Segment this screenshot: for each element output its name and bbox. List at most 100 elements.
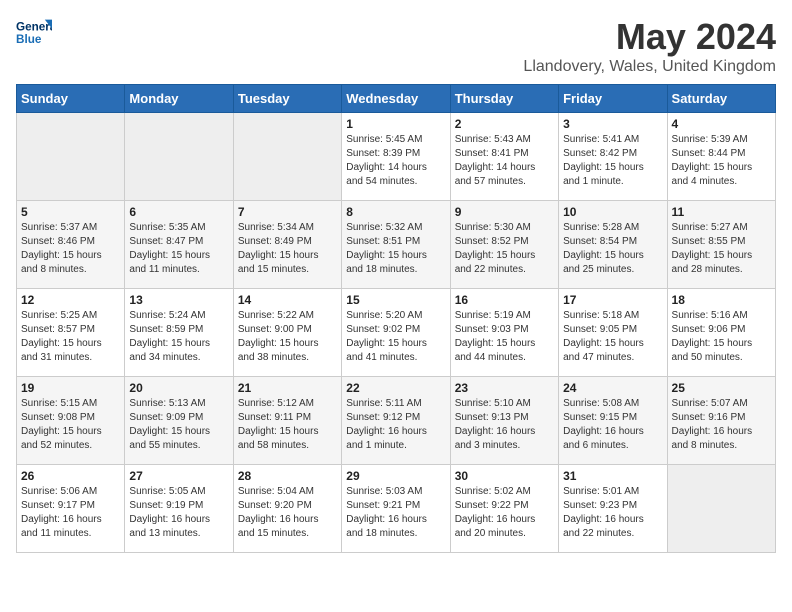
day-number: 1 [346, 117, 445, 131]
day-number: 20 [129, 381, 228, 395]
day-number: 9 [455, 205, 554, 219]
calendar-cell: 15 Sunrise: 5:20 AMSunset: 9:02 PMDayligh… [342, 289, 450, 377]
calendar-header-thursday: Thursday [450, 85, 558, 113]
calendar-cell: 20 Sunrise: 5:13 AMSunset: 9:09 PMDayligh… [125, 377, 233, 465]
calendar-cell: 25Sunrise: 5:07 AMSunset: 9:16 PMDayligh… [667, 377, 775, 465]
day-number: 8 [346, 205, 445, 219]
day-number: 6 [129, 205, 228, 219]
subtitle: Llandovery, Wales, United Kingdom [523, 58, 776, 76]
calendar-cell: 17 Sunrise: 5:18 AMSunset: 9:05 PMDayligh… [559, 289, 667, 377]
day-number: 23 [455, 381, 554, 395]
calendar-cell: 21Sunrise: 5:12 AMSunset: 9:11 PMDayligh… [233, 377, 341, 465]
day-info: Sunrise: 5:13 AMSunset: 9:09 PMDaylight:… [129, 397, 228, 453]
calendar-cell: 4Sunrise: 5:39 AMSunset: 8:44 PMDaylight… [667, 113, 775, 201]
day-info: Sunrise: 5:24 AMSunset: 8:59 PMDaylight:… [129, 309, 228, 365]
day-info: Sunrise: 5:41 AMSunset: 8:42 PMDaylight:… [563, 133, 662, 189]
day-number: 24 [563, 381, 662, 395]
calendar-cell [17, 113, 125, 201]
day-number: 15 [346, 293, 445, 307]
day-info: Sunrise: 5:11 AMSunset: 9:12 PMDaylight:… [346, 397, 445, 453]
calendar-cell: 29 Sunrise: 5:03 AMSunset: 9:21 PMDayligh… [342, 465, 450, 553]
calendar-cell: 26 Sunrise: 5:06 AMSunset: 9:17 PMDayligh… [17, 465, 125, 553]
logo-icon: General Blue [16, 16, 52, 52]
svg-text:Blue: Blue [16, 33, 42, 46]
day-number: 19 [21, 381, 120, 395]
calendar-cell: 13 Sunrise: 5:24 AMSunset: 8:59 PMDayligh… [125, 289, 233, 377]
day-number: 27 [129, 469, 228, 483]
calendar-cell: 30 Sunrise: 5:02 AMSunset: 9:22 PMDayligh… [450, 465, 558, 553]
calendar-cell: 28 Sunrise: 5:04 AMSunset: 9:20 PMDayligh… [233, 465, 341, 553]
day-number: 12 [21, 293, 120, 307]
day-number: 30 [455, 469, 554, 483]
day-info: Sunrise: 5:20 AMSunset: 9:02 PMDaylight:… [346, 309, 445, 365]
day-number: 17 [563, 293, 662, 307]
calendar-cell [233, 113, 341, 201]
calendar-cell: 27Sunrise: 5:05 AMSunset: 9:19 PMDayligh… [125, 465, 233, 553]
calendar-cell [667, 465, 775, 553]
day-info: Sunrise: 5:37 AMSunset: 8:46 PMDaylight:… [21, 221, 120, 277]
day-number: 22 [346, 381, 445, 395]
day-info: Sunrise: 5:03 AMSunset: 9:21 PMDaylight:… [346, 485, 445, 541]
svg-text:General: General [16, 20, 52, 33]
calendar-header-monday: Monday [125, 85, 233, 113]
calendar-cell: 10Sunrise: 5:28 AMSunset: 8:54 PMDayligh… [559, 201, 667, 289]
day-info: Sunrise: 5:06 AMSunset: 9:17 PMDaylight:… [21, 485, 120, 541]
calendar-cell: 6Sunrise: 5:35 AMSunset: 8:47 PMDaylight… [125, 201, 233, 289]
calendar-cell: 14 Sunrise: 5:22 AMSunset: 9:00 PMDayligh… [233, 289, 341, 377]
day-number: 28 [238, 469, 337, 483]
day-number: 2 [455, 117, 554, 131]
day-info: Sunrise: 5:19 AMSunset: 9:03 PMDaylight:… [455, 309, 554, 365]
day-info: Sunrise: 5:32 AMSunset: 8:51 PMDaylight:… [346, 221, 445, 277]
day-info: Sunrise: 5:18 AMSunset: 9:05 PMDaylight:… [563, 309, 662, 365]
calendar-cell: 19 Sunrise: 5:15 AMSunset: 9:08 PMDayligh… [17, 377, 125, 465]
day-info: Sunrise: 5:22 AMSunset: 9:00 PMDaylight:… [238, 309, 337, 365]
day-info: Sunrise: 5:45 AMSunset: 8:39 PMDaylight:… [346, 133, 445, 189]
calendar-cell: 5Sunrise: 5:37 AMSunset: 8:46 PMDaylight… [17, 201, 125, 289]
calendar-week-5: 26 Sunrise: 5:06 AMSunset: 9:17 PMDayligh… [17, 465, 776, 553]
day-info: Sunrise: 5:10 AMSunset: 9:13 PMDaylight:… [455, 397, 554, 453]
title-block: May 2024 Llandovery, Wales, United Kingd… [523, 16, 776, 76]
calendar-cell: 7Sunrise: 5:34 AMSunset: 8:49 PMDaylight… [233, 201, 341, 289]
day-info: Sunrise: 5:04 AMSunset: 9:20 PMDaylight:… [238, 485, 337, 541]
day-number: 25 [672, 381, 771, 395]
day-number: 11 [672, 205, 771, 219]
calendar-header-friday: Friday [559, 85, 667, 113]
calendar-week-1: 1 Sunrise: 5:45 AMSunset: 8:39 PMDaylight… [17, 113, 776, 201]
day-number: 21 [238, 381, 337, 395]
calendar-cell: 23 Sunrise: 5:10 AMSunset: 9:13 PMDayligh… [450, 377, 558, 465]
page-header: General Blue May 2024 Llandovery, Wales,… [16, 16, 776, 76]
calendar-week-3: 12 Sunrise: 5:25 AMSunset: 8:57 PMDayligh… [17, 289, 776, 377]
calendar-cell: 11 Sunrise: 5:27 AMSunset: 8:55 PMDayligh… [667, 201, 775, 289]
day-number: 29 [346, 469, 445, 483]
calendar-cell: 8 Sunrise: 5:32 AMSunset: 8:51 PMDaylight… [342, 201, 450, 289]
calendar-header-sunday: Sunday [17, 85, 125, 113]
calendar-cell: 1 Sunrise: 5:45 AMSunset: 8:39 PMDaylight… [342, 113, 450, 201]
day-info: Sunrise: 5:30 AMSunset: 8:52 PMDaylight:… [455, 221, 554, 277]
calendar-cell: 16 Sunrise: 5:19 AMSunset: 9:03 PMDayligh… [450, 289, 558, 377]
calendar-week-2: 5Sunrise: 5:37 AMSunset: 8:46 PMDaylight… [17, 201, 776, 289]
day-number: 31 [563, 469, 662, 483]
day-info: Sunrise: 5:25 AMSunset: 8:57 PMDaylight:… [21, 309, 120, 365]
day-number: 14 [238, 293, 337, 307]
day-info: Sunrise: 5:27 AMSunset: 8:55 PMDaylight:… [672, 221, 771, 277]
calendar-header-wednesday: Wednesday [342, 85, 450, 113]
calendar-cell: 18Sunrise: 5:16 AMSunset: 9:06 PMDayligh… [667, 289, 775, 377]
calendar-cell: 3 Sunrise: 5:41 AMSunset: 8:42 PMDaylight… [559, 113, 667, 201]
day-number: 26 [21, 469, 120, 483]
day-info: Sunrise: 5:28 AMSunset: 8:54 PMDaylight:… [563, 221, 662, 277]
calendar-cell: 12 Sunrise: 5:25 AMSunset: 8:57 PMDayligh… [17, 289, 125, 377]
calendar-cell: 22 Sunrise: 5:11 AMSunset: 9:12 PMDayligh… [342, 377, 450, 465]
day-info: Sunrise: 5:39 AMSunset: 8:44 PMDaylight:… [672, 133, 771, 189]
day-info: Sunrise: 5:08 AMSunset: 9:15 PMDaylight:… [563, 397, 662, 453]
calendar-week-4: 19 Sunrise: 5:15 AMSunset: 9:08 PMDayligh… [17, 377, 776, 465]
day-info: Sunrise: 5:15 AMSunset: 9:08 PMDaylight:… [21, 397, 120, 453]
day-info: Sunrise: 5:02 AMSunset: 9:22 PMDaylight:… [455, 485, 554, 541]
day-number: 16 [455, 293, 554, 307]
day-number: 7 [238, 205, 337, 219]
main-title: May 2024 [523, 16, 776, 58]
calendar-cell: 31Sunrise: 5:01 AMSunset: 9:23 PMDayligh… [559, 465, 667, 553]
day-number: 13 [129, 293, 228, 307]
day-number: 3 [563, 117, 662, 131]
calendar-cell [125, 113, 233, 201]
calendar-header-tuesday: Tuesday [233, 85, 341, 113]
